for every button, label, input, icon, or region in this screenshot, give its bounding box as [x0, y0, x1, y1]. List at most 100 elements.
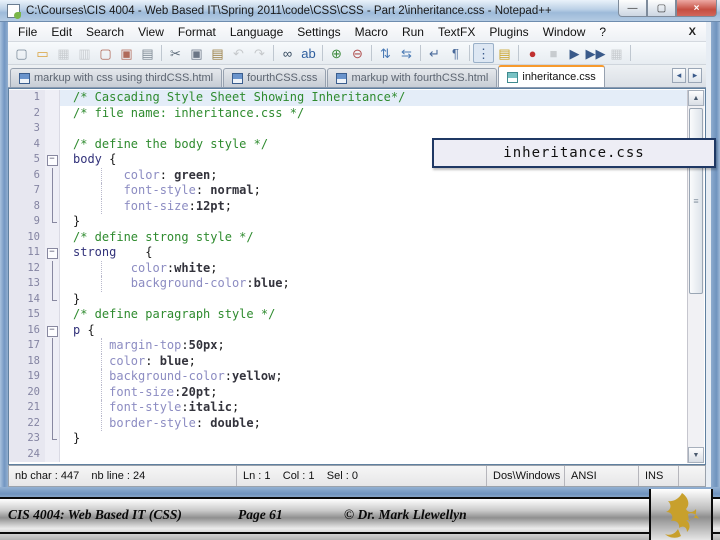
code-line[interactable]: 18 color: blue; — [9, 353, 705, 369]
title-bar[interactable]: C:\Courses\CIS 4004 - Web Based IT\Sprin… — [0, 0, 720, 22]
code-line[interactable]: 7 font-style: normal; — [9, 183, 705, 199]
open-file-button[interactable]: ▭ — [32, 43, 53, 63]
close-button[interactable]: × — [676, 0, 717, 17]
window-border-right — [706, 22, 720, 497]
fold-margin — [45, 105, 60, 121]
code-line[interactable]: 3 — [9, 121, 705, 137]
menu-edit[interactable]: Edit — [44, 22, 79, 42]
fold-collapse-icon[interactable] — [45, 322, 60, 338]
minimize-button[interactable]: — — [618, 0, 647, 17]
zoom-out-button[interactable]: ⊖ — [347, 43, 368, 63]
menu-?[interactable]: ? — [592, 22, 613, 42]
menu-run[interactable]: Run — [395, 22, 431, 42]
code-line[interactable]: 12 color:white; — [9, 260, 705, 276]
slide: C:\Courses\CIS 4004 - Web Based IT\Sprin… — [0, 0, 720, 540]
show-indent-guide-button[interactable]: ⋮ — [473, 43, 494, 63]
show-all-characters-button[interactable]: ¶ — [445, 43, 466, 63]
mdi-close-icon[interactable]: X — [689, 26, 696, 38]
code-line[interactable]: 9} — [9, 214, 705, 230]
new-file-button[interactable]: ▢ — [11, 43, 32, 63]
menu-bar-items: File Edit Search View Format Language Settings… — [11, 22, 613, 42]
copy-button[interactable]: ▣ — [186, 43, 207, 63]
code-line[interactable]: 22 border-style: double; — [9, 415, 705, 431]
menu-plugins[interactable]: Plugins — [482, 22, 535, 42]
run-macro-multiple-times-button[interactable]: ▶▶ — [585, 43, 606, 63]
zoom-out-icon: ⊖ — [352, 45, 363, 61]
replace-button[interactable]: ab — [298, 43, 319, 63]
fold-margin — [45, 431, 60, 447]
code-line[interactable]: 23} — [9, 431, 705, 447]
user-defined-dialog-button[interactable]: ▤ — [494, 43, 515, 63]
tab-scroll-right-button[interactable]: ▸ — [688, 68, 702, 83]
line-number: 2 — [9, 105, 45, 121]
paste-button[interactable]: ▤ — [207, 43, 228, 63]
menu-search[interactable]: Search — [79, 22, 131, 42]
fold-collapse-icon[interactable] — [45, 152, 60, 168]
code-line[interactable]: 21 font-style:italic; — [9, 400, 705, 416]
zoom-in-button[interactable]: ⊕ — [326, 43, 347, 63]
code-line[interactable]: 11 strong { — [9, 245, 705, 261]
line-number: 20 — [9, 384, 45, 400]
fold-collapse-icon[interactable] — [45, 245, 60, 261]
code-line[interactable]: 20 font-size:20pt; — [9, 384, 705, 400]
code-line[interactable]: 8 font-size:12pt; — [9, 198, 705, 214]
status-caret-position: Ln : 1 Col : 1 Sel : 0 — [237, 466, 487, 486]
code-line[interactable]: 6 color: green; — [9, 167, 705, 183]
code-line[interactable]: 14} — [9, 291, 705, 307]
redo-button[interactable]: ↷ — [249, 43, 270, 63]
fold-margin — [45, 291, 60, 307]
word-wrap-button[interactable]: ↵ — [424, 43, 445, 63]
menu-language[interactable]: Language — [223, 22, 290, 42]
new-file-icon: ▢ — [15, 45, 28, 61]
fold-margin — [45, 384, 60, 400]
status-eol-format: Dos\Windows — [487, 466, 565, 486]
save-recorded-macro-button[interactable]: ▦ — [606, 43, 627, 63]
tab-markup-with-css-using-thirdcss-html[interactable]: markup with css using thirdCSS.html — [10, 68, 223, 87]
find-button[interactable]: ∞ — [277, 43, 298, 63]
print-button[interactable]: ▤ — [137, 43, 158, 63]
menu-view[interactable]: View — [131, 22, 171, 42]
line-number: 10 — [9, 229, 45, 245]
start-recording-button[interactable]: ● — [522, 43, 543, 63]
tab-label: markup with fourthCSS.html — [351, 72, 489, 84]
code-line[interactable]: 24 — [9, 446, 705, 462]
menu-format[interactable]: Format — [171, 22, 223, 42]
code-line[interactable]: 1 /* Cascading Style Sheet Showing Inheri… — [9, 90, 705, 106]
code-line[interactable]: 15 /* define paragraph style */ — [9, 307, 705, 323]
tab-scroll-left-button[interactable]: ◂ — [672, 68, 686, 83]
menu-settings[interactable]: Settings — [290, 22, 347, 42]
sync-horizontal-scroll-button[interactable]: ⇆ — [396, 43, 417, 63]
code-line[interactable]: 2 /* file name: inheritance.css */ — [9, 105, 705, 121]
status-bar: nb char : 447 nb line : 24 Ln : 1 Col : 1… — [8, 465, 706, 487]
redo-icon: ↷ — [254, 45, 265, 61]
menu-file[interactable]: File — [11, 22, 44, 42]
code-line[interactable]: 16 p { — [9, 322, 705, 338]
close-button[interactable]: ▢ — [95, 43, 116, 63]
undo-button[interactable]: ↶ — [228, 43, 249, 63]
status-encoding: ANSI — [565, 466, 639, 486]
sync-vertical-scroll-button[interactable]: ⇅ — [375, 43, 396, 63]
tab-fourthcss-css[interactable]: fourthCSS.css — [223, 68, 327, 87]
maximize-button[interactable]: ▢ — [647, 0, 676, 17]
code-line[interactable]: 17 margin-top:50px; — [9, 338, 705, 354]
save-button[interactable]: ▦ — [53, 43, 74, 63]
code-line[interactable]: 10 /* define strong style */ — [9, 229, 705, 245]
footer-divider — [0, 532, 720, 534]
save-all-button[interactable]: ▥ — [74, 43, 95, 63]
scroll-up-icon[interactable]: ▲ — [688, 90, 704, 106]
tab-inheritance-css[interactable]: inheritance.css — [498, 65, 605, 87]
scrollbar-thumb[interactable]: ≡ — [689, 108, 703, 294]
stop-recording-button[interactable]: ■ — [543, 43, 564, 63]
code-line[interactable]: 19 background-color:yellow; — [9, 369, 705, 385]
tab-markup-with-fourthcss-html[interactable]: markup with fourthCSS.html — [327, 68, 498, 87]
cut-button[interactable]: ✂ — [165, 43, 186, 63]
scroll-down-icon[interactable]: ▼ — [688, 447, 704, 463]
code-line[interactable]: 13 background-color:blue; — [9, 276, 705, 292]
playback-macro-button[interactable]: ▶ — [564, 43, 585, 63]
line-number: 1 — [9, 90, 45, 106]
toolbar-separator — [161, 45, 162, 61]
menu-macro[interactable]: Macro — [348, 22, 395, 42]
menu-window[interactable]: Window — [536, 22, 593, 42]
menu-textfx[interactable]: TextFX — [431, 22, 482, 42]
close-all-button[interactable]: ▣ — [116, 43, 137, 63]
